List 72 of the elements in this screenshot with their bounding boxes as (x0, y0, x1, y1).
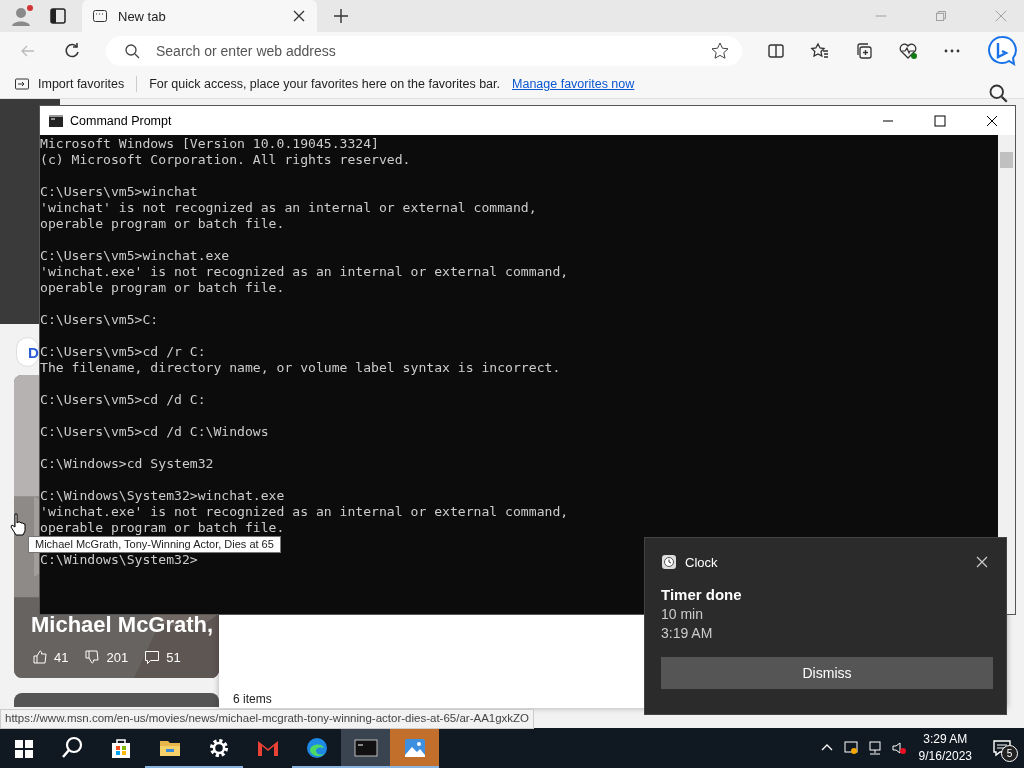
comment-count: 51 (166, 649, 181, 665)
new-tab-plus-icon[interactable] (331, 6, 351, 26)
wave-circle-icon (304, 736, 329, 760)
health-heart-icon[interactable] (898, 41, 918, 61)
close-icon[interactable] (974, 554, 990, 570)
action-center-icon[interactable] (992, 738, 1012, 758)
console-line: operable program or batch file. (40, 216, 285, 232)
manage-favorites-link[interactable]: Manage favorites now (512, 77, 635, 91)
thumbs-up-icon[interactable] (32, 649, 48, 665)
close-tab-icon[interactable] (291, 8, 307, 24)
console-line: (c) Microsoft Corporation. All rights reserved. (40, 152, 411, 168)
console-line: C:\Users\vm5>C: (40, 312, 159, 328)
search-icon[interactable] (988, 83, 1008, 103)
comment-icon[interactable] (144, 649, 161, 665)
notification-text: 3:19 AM (661, 625, 714, 641)
console-line: C:\Users\vm5>cd /d C: (40, 392, 206, 408)
console-line: operable program or batch file. (40, 280, 285, 296)
network-icon[interactable] (866, 740, 883, 756)
address-bar[interactable]: Search or enter web address (106, 36, 742, 66)
favorites-star-icon[interactable] (810, 41, 830, 61)
console-line: C:\Users\vm5>winchat (40, 184, 198, 200)
console-line: C:\Users\vm5>winchat.exe (40, 248, 230, 264)
like-count: 41 (54, 649, 69, 665)
chat-bubble-icon[interactable] (986, 35, 1018, 67)
landscape-photo-icon (402, 736, 427, 760)
star-icon[interactable] (710, 41, 730, 61)
taskbar-clock[interactable]: 3:29 AM 9/16/2023 (910, 731, 980, 765)
notification-text: 10 min (661, 606, 705, 622)
scrollbar[interactable] (998, 135, 1015, 614)
console-line: 'winchat' is not recognized as an internal or external command, (40, 200, 537, 216)
favorites-hint: For quick access, place your favorites here on the favorites bar. (149, 77, 500, 91)
import-favorites-icon (14, 76, 30, 92)
app-name: Clock (685, 554, 718, 570)
thumbs-down-icon[interactable] (84, 649, 101, 665)
console-line: Microsoft Windows [Version 10.0.19045.3324] (40, 136, 379, 152)
item-count: 6 items (233, 692, 272, 706)
notification-title: Timer done (661, 586, 743, 603)
clock-time: 3:29 AM (923, 731, 968, 748)
new-tab-icon (92, 8, 108, 24)
window-title: Command Prompt (70, 113, 172, 128)
hand-cursor-icon (10, 512, 26, 536)
dislike-count: 201 (106, 649, 129, 665)
search-icon (124, 43, 140, 59)
collections-icon[interactable] (854, 41, 874, 61)
console-line: C:\Users\vm5>cd /d C:\Windows (40, 424, 269, 440)
terminal-icon (48, 112, 64, 129)
news-headline: Michael McGrath, (31, 612, 214, 638)
speaker-muted-icon[interactable] (890, 740, 907, 756)
console-line: C:\Windows\System32> (40, 552, 198, 568)
dismiss-button[interactable]: Dismiss (661, 657, 993, 689)
notification-count: 5 (1001, 745, 1018, 762)
browser-tab[interactable]: New tab (82, 0, 317, 32)
clock-date: 9/16/2023 (918, 748, 972, 765)
taskbar-app[interactable] (341, 728, 390, 768)
console-line: C:\Windows\System32>winchat.exe (40, 488, 285, 504)
console-line: The filename, directory name, or volume label syntax is incorrect. (40, 360, 561, 376)
clock-icon (661, 554, 677, 570)
status-url: https://www.msn.com/en-us/movies/news/michael-mcgrath-tony-winning-actor-dies-at-65/ar-AA1gxkZO (0, 709, 535, 729)
console-line: C:\Windows>cd System32 (40, 456, 214, 472)
scroll-thumb[interactable] (1000, 152, 1013, 168)
split-screen-icon[interactable] (766, 41, 786, 61)
console-line: 'winchat.exe' is not recognized as an internal or external command, (40, 264, 569, 280)
import-favorites-button[interactable]: Import favorites (38, 77, 125, 91)
feed-tab[interactable]: D (16, 337, 39, 367)
tooltip: Michael McGrath, Tony-Winning Actor, Dies at 65 (28, 536, 281, 553)
device-warning-icon[interactable] (842, 740, 859, 756)
tab-actions-icon[interactable] (48, 6, 68, 26)
terminal-icon (353, 736, 378, 760)
console-line: 'winchat.exe' is not recognized as an internal or external command, (40, 504, 569, 520)
profile-avatar-icon[interactable] (10, 4, 34, 28)
console-line: C:\Users\vm5>cd /r C: (40, 344, 206, 360)
console-line: operable program or batch file. (40, 520, 285, 536)
